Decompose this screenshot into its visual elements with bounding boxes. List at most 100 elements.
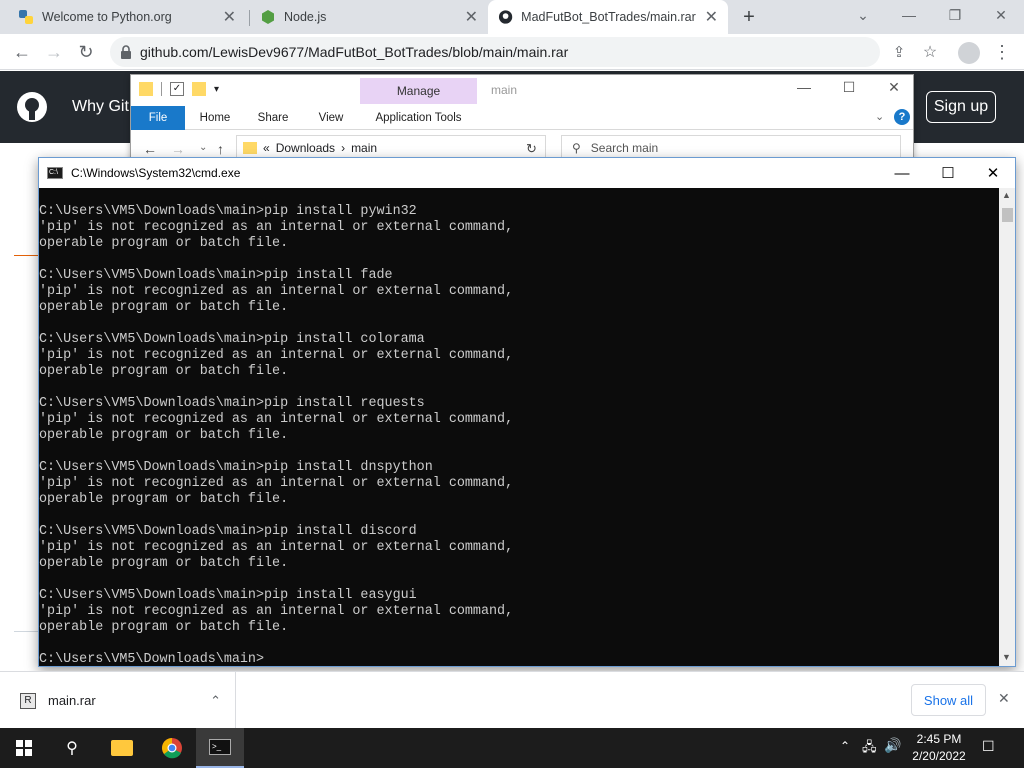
close-window-icon[interactable]: ✕: [978, 0, 1024, 30]
download-file-name: main.rar: [48, 693, 96, 708]
github-logo-icon[interactable]: [16, 91, 48, 123]
console-line: operable program or batch file.: [39, 300, 289, 315]
close-tab-icon[interactable]: ✕: [223, 7, 236, 27]
console-line: C:\Users\VM5\Downloads\main>: [39, 652, 264, 666]
downloads-bar: R main.rar ⌃ Show all ✕: [0, 671, 1024, 729]
console-line: C:\Users\VM5\Downloads\main>pip install …: [39, 460, 433, 475]
ribbon-tab-file[interactable]: File: [131, 106, 185, 130]
cmd-icon: C:\: [47, 167, 63, 179]
breadcrumb-chevron-icon: «: [263, 141, 270, 155]
taskbar-clock[interactable]: 2:45 PM 2/20/2022: [900, 731, 978, 765]
profile-avatar-icon[interactable]: [958, 42, 980, 64]
console-line: 'pip' is not recognized as an internal o…: [39, 220, 514, 235]
help-icon[interactable]: ?: [894, 109, 910, 125]
browser-tab-strip: Welcome to Python.org ✕ Node.js ✕ MadFut…: [0, 0, 1024, 34]
search-placeholder: Search main: [590, 141, 659, 155]
folder-icon[interactable]: [139, 82, 153, 96]
cmd-minimize-icon[interactable]: —: [879, 158, 925, 188]
tab-title: Welcome to Python.org: [42, 10, 172, 24]
console-line: operable program or batch file.: [39, 492, 289, 507]
recent-locations-icon[interactable]: ⌄: [199, 142, 207, 153]
network-icon[interactable]: 🖧: [862, 738, 877, 760]
customize-toolbar-icon[interactable]: ▾: [214, 84, 219, 95]
new-folder-icon[interactable]: [192, 82, 206, 96]
reload-icon[interactable]: ↻: [72, 38, 100, 66]
console-line: 'pip' is not recognized as an internal o…: [39, 412, 514, 427]
signup-button[interactable]: Sign up: [926, 91, 996, 123]
ribbon-expand-icon[interactable]: ⌄: [875, 110, 884, 123]
volume-icon[interactable]: 🔊: [884, 737, 901, 754]
close-tab-icon[interactable]: ✕: [465, 7, 478, 27]
console-line: 'pip' is not recognized as an internal o…: [39, 540, 514, 555]
new-tab-button[interactable]: +: [736, 4, 762, 30]
back-icon[interactable]: ←: [8, 38, 36, 66]
cmd-maximize-icon[interactable]: ☐: [925, 158, 971, 188]
console-line: C:\Users\VM5\Downloads\main>pip install …: [39, 396, 425, 411]
tab-nodejs[interactable]: Node.js ✕: [250, 0, 488, 34]
explorer-title: main: [491, 83, 518, 97]
scroll-up-icon[interactable]: ▲: [1002, 190, 1011, 200]
divider: [14, 255, 38, 256]
tray-chevron-icon[interactable]: ⌃: [840, 739, 850, 753]
forward-icon[interactable]: →: [40, 38, 68, 66]
notifications-icon[interactable]: ☐: [982, 738, 995, 755]
close-tab-icon[interactable]: ✕: [705, 7, 718, 27]
explorer-forward-icon[interactable]: →: [171, 141, 185, 157]
browser-toolbar: ← → ↻ github.com/LewisDev9677/MadFutBot_…: [0, 34, 1024, 70]
cmd-scrollbar[interactable]: ▲ ▼: [999, 188, 1015, 666]
console-line: operable program or batch file.: [39, 556, 289, 571]
python-icon: [19, 10, 33, 24]
console-line: operable program or batch file.: [39, 236, 289, 251]
refresh-icon[interactable]: ↻: [526, 141, 537, 157]
breadcrumb-item[interactable]: Downloads: [276, 141, 335, 155]
console-line: C:\Users\VM5\Downloads\main>pip install …: [39, 268, 393, 283]
why-github-link[interactable]: Why Git: [72, 98, 129, 116]
console-output[interactable]: C:\Users\VM5\Downloads\main>pip install …: [39, 188, 999, 666]
tab-title: Node.js: [284, 10, 327, 24]
explorer-maximize-icon[interactable]: ☐: [834, 79, 864, 99]
tab-search-icon[interactable]: ⌄: [840, 0, 886, 30]
separator: [161, 82, 162, 96]
restore-icon[interactable]: ❐: [932, 0, 978, 30]
chevron-up-icon[interactable]: ⌃: [210, 693, 221, 709]
share-icon[interactable]: ⇪: [885, 38, 913, 66]
lock-icon: [121, 45, 131, 59]
scrollbar-thumb[interactable]: [1002, 208, 1013, 222]
tab-python[interactable]: Welcome to Python.org ✕: [8, 0, 246, 34]
console-line: 'pip' is not recognized as an internal o…: [39, 348, 514, 363]
cmd-title-bar[interactable]: C:\ C:\Windows\System32\cmd.exe — ☐ ✕: [39, 158, 1015, 188]
ribbon-tab-share[interactable]: Share: [251, 106, 295, 130]
ribbon-tab-view[interactable]: View: [309, 106, 353, 130]
windows-start-icon[interactable]: [0, 728, 48, 768]
cmd-taskbar-icon[interactable]: >_: [196, 728, 244, 768]
windows-taskbar: ⚲ >_ ⌃ 🖧 🔊 2:45 PM 2/20/2022 ☐: [0, 728, 1024, 768]
url-text: github.com/LewisDev9677/MadFutBot_BotTra…: [140, 44, 569, 60]
divider: [14, 631, 38, 632]
download-item[interactable]: R main.rar ⌃: [14, 672, 236, 729]
minimize-icon[interactable]: —: [886, 0, 932, 30]
chrome-taskbar-icon[interactable]: [148, 728, 196, 768]
file-explorer-taskbar-icon[interactable]: [98, 728, 146, 768]
tab-github-active[interactable]: MadFutBot_BotTrades/main.rar a ✕: [488, 0, 728, 34]
cmd-title: C:\Windows\System32\cmd.exe: [71, 166, 241, 180]
bookmark-star-icon[interactable]: ☆: [916, 38, 944, 66]
search-icon[interactable]: ⚲: [48, 728, 96, 768]
menu-kebab-icon[interactable]: ⋮: [988, 38, 1016, 66]
explorer-minimize-icon[interactable]: —: [789, 79, 819, 99]
up-folder-icon[interactable]: ↑: [217, 141, 224, 157]
close-downloads-icon[interactable]: ✕: [998, 690, 1010, 707]
console-line: 'pip' is not recognized as an internal o…: [39, 604, 514, 619]
explorer-close-icon[interactable]: ✕: [879, 79, 909, 99]
address-bar[interactable]: github.com/LewisDev9677/MadFutBot_BotTra…: [110, 37, 880, 67]
quick-access-toolbar: ✓ ▾: [139, 82, 219, 96]
ribbon-tab-application-tools[interactable]: Application Tools: [360, 106, 477, 130]
breadcrumb-item[interactable]: main: [351, 141, 377, 155]
properties-icon[interactable]: ✓: [170, 82, 184, 96]
explorer-back-icon[interactable]: ←: [143, 141, 157, 157]
scroll-down-icon[interactable]: ▼: [1002, 652, 1011, 662]
ribbon-tab-home[interactable]: Home: [193, 106, 237, 130]
show-all-button[interactable]: Show all: [911, 684, 986, 716]
cmd-close-icon[interactable]: ✕: [970, 158, 1016, 188]
